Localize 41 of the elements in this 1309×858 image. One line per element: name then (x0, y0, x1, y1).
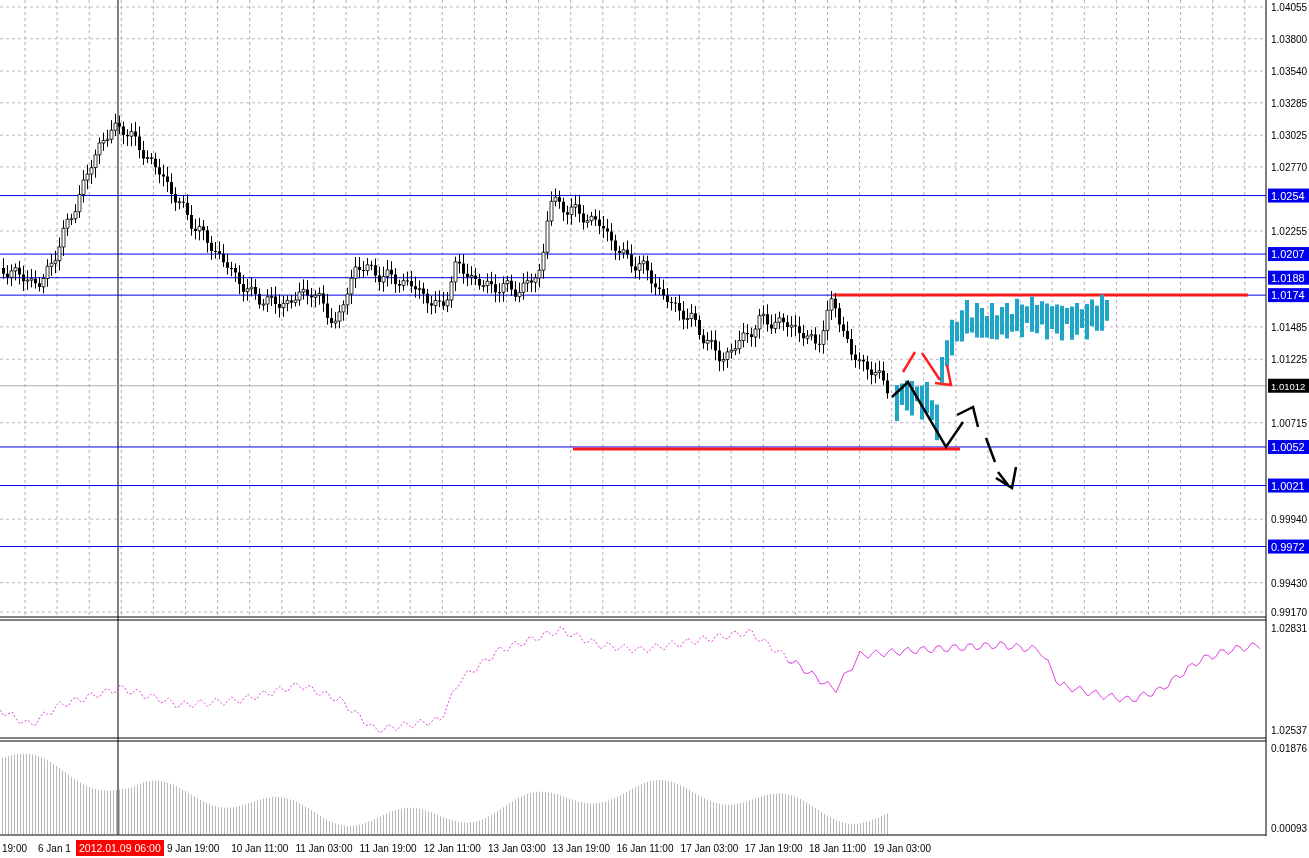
price-tick-label: 1.02770 (1271, 161, 1308, 173)
price-tick-label: 1.01225 (1271, 354, 1308, 366)
indicator-axis-label: 1.02831 (1271, 623, 1308, 634)
price-badge: 1.01012 (1268, 378, 1309, 393)
price-tick-label: 1.03285 (1271, 97, 1308, 109)
price-tick-label: 0.99940 (1271, 514, 1308, 526)
price-tick-label: 0.99170 (1271, 607, 1308, 618)
time-label: 6 Jan 1 (38, 843, 71, 854)
indicator-axis-label: 0.01876 (1271, 743, 1308, 754)
time-label: 11 Jan 19:00 (359, 843, 417, 854)
price-tick-label: 1.00715 (1271, 417, 1308, 429)
price-badge: 1.0021 (1268, 478, 1309, 493)
time-label: 18 Jan 11:00 (809, 843, 867, 854)
indicator-axis-label: 0.00093 (1271, 823, 1308, 834)
time-label: 13 Jan 19:00 (552, 843, 611, 854)
time-label: 12 Jan 11:00 (423, 843, 481, 854)
time-label: 19:00 (2, 843, 28, 854)
time-label: 10 Jan 11:00 (231, 843, 289, 854)
time-label: 13 Jan 03:00 (488, 843, 546, 854)
indicator-axis-label: 1.02537 (1271, 725, 1308, 736)
price-tick-label: 1.03540 (1271, 66, 1308, 78)
time-label: 9 Jan 19:00 (167, 843, 220, 854)
price-tick-label: 1.03800 (1271, 33, 1308, 45)
time-label: 17 Jan 19:00 (744, 843, 803, 854)
price-badge: 1.0052 (1268, 440, 1309, 454)
time-label: 11 Jan 03:00 (295, 843, 353, 854)
price-badge: 1.0188 (1268, 270, 1309, 285)
price-tick-label: 1.04055 (1271, 2, 1308, 13)
price-badge: 1.0254 (1268, 188, 1309, 203)
price-tick-label: 0.99430 (1271, 577, 1308, 589)
price-tick-label: 1.03025 (1271, 130, 1308, 142)
time-label: 17 Jan 03:00 (680, 843, 739, 854)
price-tick-label: 1.02255 (1271, 226, 1308, 238)
time-label: 16 Jan 11:00 (616, 843, 674, 854)
price-badge: 1.0207 (1268, 247, 1309, 262)
cursor-time-badge: 2012.01.09 06:00 (76, 840, 164, 856)
price-badge: 0.9972 (1268, 539, 1309, 554)
price-badge: 1.0174 (1268, 288, 1309, 303)
zigzag-arrow-drawing (901, 350, 953, 387)
time-label: 19 Jan 03:00 (873, 843, 932, 854)
price-tick-label: 1.01485 (1271, 321, 1308, 333)
